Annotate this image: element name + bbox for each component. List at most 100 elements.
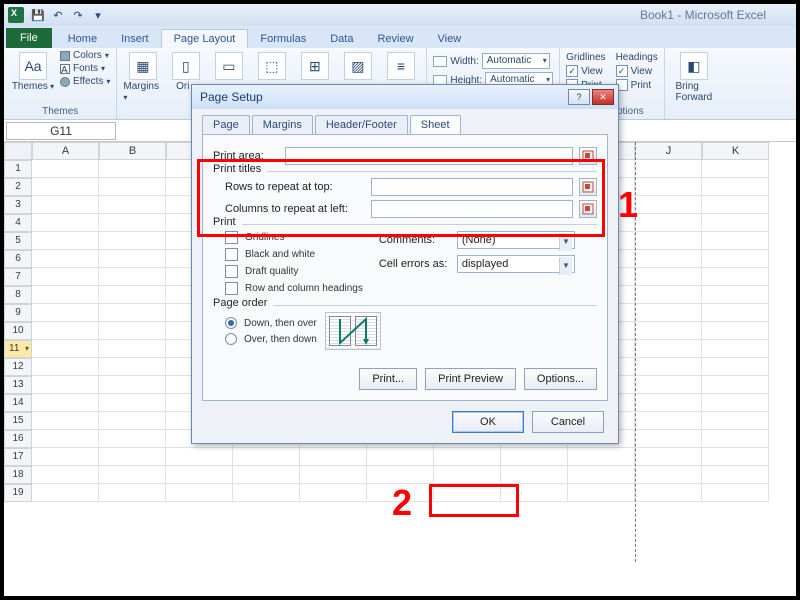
cell[interactable] xyxy=(32,466,99,484)
cell[interactable] xyxy=(99,196,166,214)
cell[interactable] xyxy=(635,484,702,502)
cell[interactable] xyxy=(233,448,300,466)
cell[interactable] xyxy=(233,466,300,484)
cell[interactable] xyxy=(635,340,702,358)
row-header-3[interactable]: 3 xyxy=(4,196,32,214)
dialog-tab-sheet[interactable]: Sheet xyxy=(410,115,461,134)
row-header-17[interactable]: 17 xyxy=(4,448,32,466)
rowcol-checkbox[interactable] xyxy=(225,282,238,295)
width-select[interactable]: Automatic xyxy=(482,53,550,69)
cell[interactable] xyxy=(99,430,166,448)
row-header-1[interactable]: 1 xyxy=(4,160,32,178)
cell[interactable] xyxy=(501,448,568,466)
ok-button[interactable]: OK xyxy=(452,411,524,433)
row-header-11[interactable]: 11 xyxy=(4,340,32,358)
cell[interactable] xyxy=(300,448,367,466)
cell[interactable] xyxy=(367,448,434,466)
cell[interactable] xyxy=(702,178,769,196)
tab-data[interactable]: Data xyxy=(318,30,365,48)
cell[interactable] xyxy=(99,250,166,268)
qat-undo-button[interactable]: ↶ xyxy=(49,6,67,24)
tab-home[interactable]: Home xyxy=(56,30,109,48)
down-over-radio[interactable] xyxy=(225,317,237,329)
row-header-4[interactable]: 4 xyxy=(4,214,32,232)
options-button[interactable]: Options... xyxy=(524,368,597,390)
tab-formulas[interactable]: Formulas xyxy=(248,30,318,48)
cell[interactable] xyxy=(635,448,702,466)
cell[interactable] xyxy=(99,340,166,358)
cell[interactable] xyxy=(32,430,99,448)
cols-repeat-ref-button[interactable] xyxy=(579,200,597,218)
cell[interactable] xyxy=(99,448,166,466)
dialog-title-bar[interactable]: Page Setup ? ✕ xyxy=(192,85,618,109)
qat-redo-button[interactable]: ↷ xyxy=(69,6,87,24)
row-header-19[interactable]: 19 xyxy=(4,484,32,502)
cell[interactable] xyxy=(32,250,99,268)
cell[interactable] xyxy=(635,196,702,214)
cell[interactable] xyxy=(635,430,702,448)
cell[interactable] xyxy=(32,286,99,304)
cell[interactable] xyxy=(635,376,702,394)
cell[interactable] xyxy=(635,286,702,304)
bring-forward-button[interactable]: ◧Bring Forward xyxy=(671,50,717,103)
cell[interactable] xyxy=(635,466,702,484)
dialog-tab-header-footer[interactable]: Header/Footer xyxy=(315,115,408,134)
cell[interactable] xyxy=(702,304,769,322)
print-area-input[interactable] xyxy=(285,147,573,165)
cell[interactable] xyxy=(99,466,166,484)
qat-customize-button[interactable]: ▾ xyxy=(89,6,107,24)
dialog-help-button[interactable]: ? xyxy=(568,89,590,105)
row-header-18[interactable]: 18 xyxy=(4,466,32,484)
cell[interactable] xyxy=(635,178,702,196)
cell[interactable] xyxy=(702,430,769,448)
cell[interactable] xyxy=(568,484,635,502)
row-header-5[interactable]: 5 xyxy=(4,232,32,250)
cell[interactable] xyxy=(702,232,769,250)
background-button[interactable]: ▨ xyxy=(338,50,377,81)
cell[interactable] xyxy=(32,232,99,250)
cell[interactable] xyxy=(702,286,769,304)
cell[interactable] xyxy=(568,466,635,484)
cell[interactable] xyxy=(635,232,702,250)
row-header-10[interactable]: 10 xyxy=(4,322,32,340)
cell[interactable] xyxy=(99,214,166,232)
cell[interactable] xyxy=(434,484,501,502)
cell[interactable] xyxy=(702,322,769,340)
cell[interactable] xyxy=(32,268,99,286)
gridlines-checkbox[interactable] xyxy=(225,231,238,244)
cols-repeat-input[interactable] xyxy=(371,200,573,218)
colors-button[interactable]: Colors xyxy=(60,50,110,61)
cell[interactable] xyxy=(702,466,769,484)
cell[interactable] xyxy=(32,340,99,358)
dialog-tab-page[interactable]: Page xyxy=(202,115,250,134)
cell[interactable] xyxy=(635,250,702,268)
row-header-7[interactable]: 7 xyxy=(4,268,32,286)
row-header-14[interactable]: 14 xyxy=(4,394,32,412)
margins-button[interactable]: ▦Margins xyxy=(123,50,162,103)
cell[interactable] xyxy=(501,484,568,502)
cell[interactable] xyxy=(32,376,99,394)
cell[interactable] xyxy=(32,214,99,232)
cell[interactable] xyxy=(166,484,233,502)
rows-repeat-input[interactable] xyxy=(371,178,573,196)
cell[interactable] xyxy=(702,448,769,466)
cell[interactable] xyxy=(99,394,166,412)
dialog-close-button[interactable]: ✕ xyxy=(592,89,614,105)
cell[interactable] xyxy=(434,448,501,466)
themes-button[interactable]: Aa Themes xyxy=(10,50,56,92)
cell[interactable] xyxy=(166,466,233,484)
rows-repeat-ref-button[interactable] xyxy=(579,178,597,196)
cell[interactable] xyxy=(99,286,166,304)
cell[interactable] xyxy=(702,394,769,412)
name-box[interactable]: G11 xyxy=(6,122,116,140)
cell[interactable] xyxy=(32,412,99,430)
tab-page-layout[interactable]: Page Layout xyxy=(161,29,249,48)
cell[interactable] xyxy=(166,448,233,466)
cancel-button[interactable]: Cancel xyxy=(532,411,604,433)
cell[interactable] xyxy=(635,358,702,376)
tab-insert[interactable]: Insert xyxy=(109,30,161,48)
cell[interactable] xyxy=(32,358,99,376)
cell[interactable] xyxy=(99,232,166,250)
column-header-K[interactable]: K xyxy=(702,142,769,160)
fonts-button[interactable]: AFonts xyxy=(60,63,110,74)
